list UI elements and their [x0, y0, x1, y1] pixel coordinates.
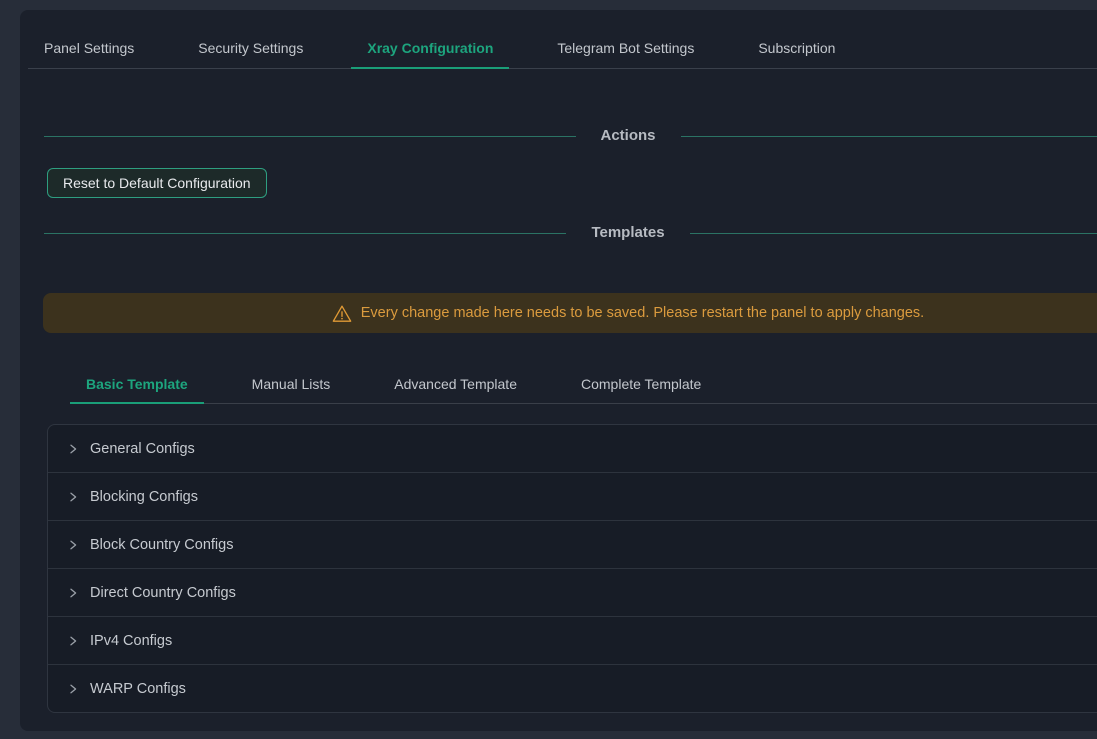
actions-section-title: Actions	[576, 125, 681, 147]
chevron-right-icon	[67, 443, 79, 455]
chevron-right-icon	[67, 539, 79, 551]
config-group-general-configs[interactable]: General Configs	[48, 425, 1097, 472]
actions-divider: Actions	[44, 125, 1097, 147]
config-group-label: WARP Configs	[90, 681, 186, 697]
tab-subscription[interactable]: Subscription	[742, 28, 851, 68]
tab-advanced-template[interactable]: Advanced Template	[378, 365, 533, 403]
config-group-blocking-configs[interactable]: Blocking Configs	[48, 472, 1097, 520]
tab-manual-lists[interactable]: Manual Lists	[236, 365, 347, 403]
config-group-label: Direct Country Configs	[90, 585, 236, 601]
xray-settings-card: Panel Settings Security Settings Xray Co…	[20, 10, 1097, 731]
template-tab-bar: Basic Template Manual Lists Advanced Tem…	[70, 365, 1097, 404]
warning-alert-text: Every change made here needs to be saved…	[361, 305, 924, 321]
config-group-label: Blocking Configs	[90, 489, 198, 505]
templates-section-title: Templates	[566, 222, 689, 244]
config-group-direct-country-configs[interactable]: Direct Country Configs	[48, 568, 1097, 616]
tab-basic-template[interactable]: Basic Template	[70, 365, 204, 403]
warning-triangle-icon	[332, 304, 352, 323]
config-group-block-country-configs[interactable]: Block Country Configs	[48, 520, 1097, 568]
config-groups-list: General Configs Blocking Configs Block C…	[47, 424, 1097, 713]
chevron-right-icon	[67, 587, 79, 599]
config-group-label: Block Country Configs	[90, 537, 233, 553]
reset-default-config-button[interactable]: Reset to Default Configuration	[47, 168, 267, 198]
tab-complete-template[interactable]: Complete Template	[565, 365, 717, 403]
tab-telegram-bot-settings[interactable]: Telegram Bot Settings	[541, 28, 710, 68]
main-tab-bar: Panel Settings Security Settings Xray Co…	[28, 28, 1097, 69]
warning-alert: Every change made here needs to be saved…	[43, 293, 1097, 333]
tab-security-settings[interactable]: Security Settings	[182, 28, 319, 68]
config-group-label: General Configs	[90, 441, 195, 457]
chevron-right-icon	[67, 491, 79, 503]
chevron-right-icon	[67, 635, 79, 647]
chevron-right-icon	[67, 683, 79, 695]
config-group-warp-configs[interactable]: WARP Configs	[48, 664, 1097, 712]
config-group-label: IPv4 Configs	[90, 633, 172, 649]
tab-xray-configuration[interactable]: Xray Configuration	[351, 28, 509, 68]
templates-divider: Templates	[44, 222, 1097, 244]
tab-panel-settings[interactable]: Panel Settings	[28, 28, 150, 68]
config-group-ipv4-configs[interactable]: IPv4 Configs	[48, 616, 1097, 664]
